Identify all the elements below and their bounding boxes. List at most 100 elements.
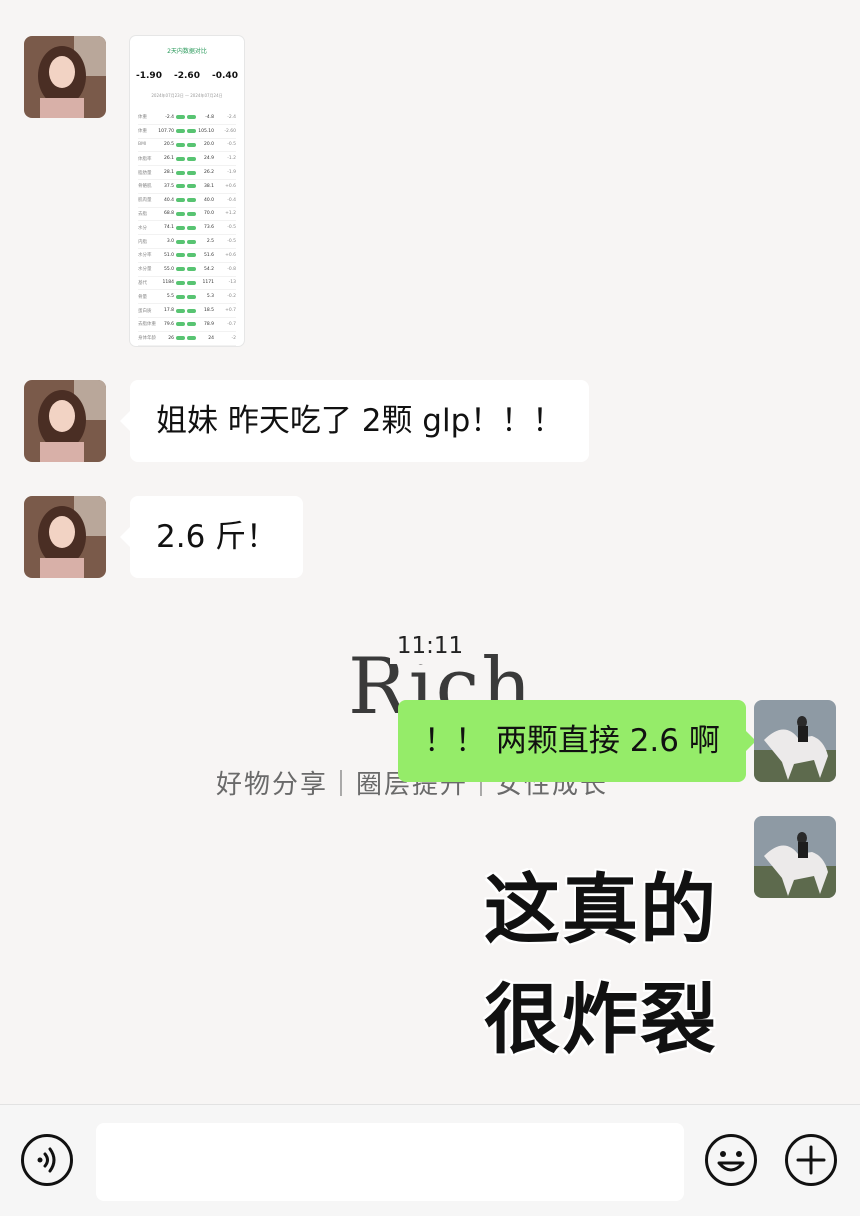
row-value-after: 38.1 [203, 183, 214, 189]
image-date-range: 2024年07月23日 — 2024年07月24日 [151, 93, 223, 98]
image-table-row: 骨量 5.5 5.3 -0.2 [138, 290, 236, 305]
row-value-after: 70.0 [203, 211, 214, 217]
avatar-contact[interactable] [24, 36, 106, 118]
row-value-before: 37.5 [163, 183, 174, 189]
row-delta: -0.5 [227, 225, 236, 231]
change-pill [187, 129, 196, 134]
avatar-contact[interactable] [24, 496, 106, 578]
image-table-row: 脂肪量 28.1 26.2 -1.9 [138, 166, 236, 180]
row-label: 体脂率 [138, 156, 152, 162]
avatar-contact[interactable] [24, 380, 106, 462]
change-pill [187, 211, 196, 216]
row-value-after: 105.10 [198, 128, 214, 134]
row-label: 骨量 [138, 294, 147, 300]
row-value-after: 24 [208, 335, 214, 341]
message-bubble-received[interactable]: 姐妹 昨天吃了 2颗 glp！！！ [119, 380, 590, 462]
row-delta: -0.2 [227, 294, 236, 300]
change-pill [187, 336, 196, 341]
sticker-text-line-2[interactable]: 很炸裂 [484, 958, 718, 1068]
emoji-icon[interactable] [704, 1133, 758, 1187]
row-value-before: 107.70 [158, 128, 174, 134]
change-pill [176, 211, 185, 216]
row-value-before: 55.0 [163, 266, 174, 272]
metric-2: -2.60 [174, 71, 200, 81]
change-pill [176, 239, 185, 244]
input-bar [0, 1104, 860, 1216]
change-pill [187, 225, 196, 230]
row-delta: +0.6 [225, 252, 236, 258]
row-value-before: 1184 [162, 280, 174, 286]
row-value-before: -2.4 [165, 114, 174, 120]
change-pill [176, 294, 185, 299]
image-metrics: -1.90 -2.60 -0.40 [130, 71, 244, 81]
row-label: 内脂 [138, 239, 147, 245]
image-table: 体重 -2.4 -4.8 -2.4 体重 107.70 105.10 -2.60 BMI 20.5… [130, 111, 244, 346]
change-pill [187, 156, 196, 161]
row-label: 蛋白质 [138, 308, 152, 314]
change-pill [176, 115, 185, 120]
change-pill [176, 129, 185, 134]
change-pill [187, 267, 196, 272]
row-label: 身体年龄 [138, 336, 156, 342]
change-pill [187, 184, 196, 189]
image-table-row: 基代 1184 1171 -13 [138, 277, 236, 291]
row-value-after: 20.0 [203, 142, 214, 148]
change-pill [187, 322, 196, 327]
row-delta: +0.7 [225, 308, 236, 314]
image-table-row: 去脂体重 79.6 78.9 -0.7 [138, 318, 236, 332]
row-delta: -0.7 [227, 321, 236, 327]
image-table-row: 去脂 68.8 70.0 +1.2 [138, 208, 236, 222]
image-table-row: 体重 -2.4 -4.8 -2.4 [138, 111, 236, 125]
change-pill [176, 156, 185, 161]
row-label: 去脂 [138, 211, 147, 217]
row-label: 水分率 [138, 253, 152, 259]
row-delta: +0.6 [225, 183, 236, 189]
avatar-self[interactable] [754, 700, 836, 782]
avatar-self[interactable] [754, 816, 836, 898]
image-table-row: 内脂 3.0 2.5 -0.5 [138, 235, 236, 249]
change-pill [176, 225, 185, 230]
image-table-row: 蛋白质 17.8 18.5 +0.7 [138, 304, 236, 318]
row-value-before: 79.6 [163, 321, 174, 327]
change-pill [176, 142, 185, 147]
voice-icon[interactable] [20, 1133, 74, 1187]
image-table-row: 骨骼肌 37.5 38.1 +0.6 [138, 180, 236, 194]
row-value-after: 54.2 [203, 266, 214, 272]
avatar-image [754, 700, 836, 782]
change-pill [187, 294, 196, 299]
message-input[interactable] [96, 1123, 684, 1201]
avatar-image [24, 36, 106, 118]
message-text: 2.6 斤！ [156, 519, 278, 555]
image-table-row: BMI 20.5 20.0 -0.5 [138, 139, 236, 153]
change-pill [187, 170, 196, 175]
row-label: 基代 [138, 280, 147, 286]
change-pill [187, 280, 196, 285]
message-text: ！！ 两颗直接 2.6 啊 [424, 723, 720, 759]
change-pill [176, 184, 185, 189]
message-bubble-sent[interactable]: ！！ 两颗直接 2.6 啊 [398, 700, 756, 782]
image-table-row: 体重 107.70 105.10 -2.60 [138, 125, 236, 139]
change-pill [176, 336, 185, 341]
metric-1: -1.90 [136, 71, 162, 81]
row-delta: -0.8 [227, 266, 236, 272]
image-table-row: 水分量 55.0 54.2 -0.8 [138, 263, 236, 277]
plus-icon[interactable] [784, 1133, 838, 1187]
image-table-row: 体脂率 26.1 24.9 -1.2 [138, 152, 236, 167]
row-label: 肌肉量 [138, 198, 152, 204]
row-value-after: 40.0 [203, 197, 214, 203]
image-message-body-data[interactable]: 2天内数据对比 -1.90 -2.60 -0.40 2024年07月23日 — … [130, 36, 244, 346]
row-value-after: 2.5 [206, 239, 214, 245]
row-value-before: 51.0 [163, 252, 174, 258]
sticker-text-line-1[interactable]: 这真的 [484, 848, 718, 958]
message-bubble-received[interactable]: 2.6 斤！ [119, 496, 304, 578]
row-delta: -2 [231, 335, 237, 341]
row-label: 水分 [138, 225, 147, 231]
row-delta: -0.4 [227, 197, 236, 203]
row-value-after: 1171 [202, 280, 214, 286]
row-value-before: 5.5 [166, 294, 174, 300]
row-value-before: 17.8 [163, 308, 174, 314]
avatar-image [24, 380, 106, 462]
change-pill [187, 253, 196, 258]
row-value-after: 73.6 [203, 225, 214, 231]
change-pill [176, 170, 185, 175]
